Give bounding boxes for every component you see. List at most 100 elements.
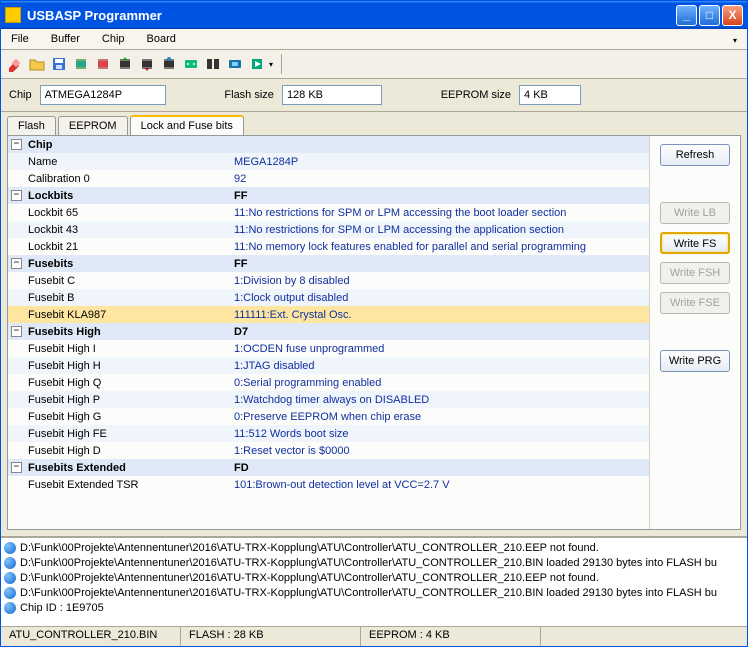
write-fs-button[interactable]: Write FS xyxy=(660,232,730,254)
chip-read-icon[interactable] xyxy=(117,56,133,72)
board-green-icon[interactable] xyxy=(183,56,199,72)
log-text: D:\Funk\00Projekte\Antennentuner\2016\AT… xyxy=(20,557,717,569)
grid-row[interactable]: Lockbit 2111:No memory lock features ena… xyxy=(8,238,649,255)
minimize-button[interactable]: _ xyxy=(676,5,697,26)
eeprom-size-value: 4 KB xyxy=(524,89,548,101)
flash-size-field: 128 KB xyxy=(282,85,382,105)
collapse-icon xyxy=(11,207,22,218)
grid-value-cell: 0:Serial programming enabled xyxy=(230,377,649,389)
tab-lock-fuse[interactable]: Lock and Fuse bits xyxy=(130,115,244,135)
chip-green-icon[interactable] xyxy=(73,56,89,72)
run-icon[interactable] xyxy=(249,56,265,72)
grid-row[interactable]: Fusebit KLA987111111:Ext. Crystal Osc. xyxy=(8,306,649,323)
grid-value-cell: 11:No restrictions for SPM or LPM access… xyxy=(230,207,649,219)
log-text: D:\Funk\00Projekte\Antennentuner\2016\AT… xyxy=(20,542,599,554)
chip-field[interactable]: ATMEGA1284P xyxy=(40,85,166,105)
grid-name-cell: Fusebit High FE xyxy=(25,428,230,440)
grid-value-cell: 1:Reset vector is $0000 xyxy=(230,445,649,457)
log-line: D:\Funk\00Projekte\Antennentuner\2016\AT… xyxy=(4,570,744,585)
board-blue-icon[interactable] xyxy=(227,56,243,72)
refresh-button[interactable]: Refresh xyxy=(660,144,730,166)
fuse-grid[interactable]: −ChipNameMEGA1284PCalibration 092−Lockbi… xyxy=(8,136,650,529)
menubar-overflow-icon[interactable]: ▾ xyxy=(729,34,741,47)
grid-value-cell: 11:No restrictions for SPM or LPM access… xyxy=(230,224,649,236)
grid-row[interactable]: Fusebit High D1:Reset vector is $0000 xyxy=(8,442,649,459)
grid-row[interactable]: Fusebit High Q0:Serial programming enabl… xyxy=(8,374,649,391)
info-icon xyxy=(4,602,16,614)
grid-row[interactable]: Fusebit High FE11:512 Words boot size xyxy=(8,425,649,442)
collapse-icon xyxy=(11,173,22,184)
grid-value-cell: FF xyxy=(230,258,649,270)
grid-name-cell: Fusebit High P xyxy=(25,394,230,406)
grid-row[interactable]: Fusebit High P1:Watchdog timer always on… xyxy=(8,391,649,408)
grid-row[interactable]: Fusebit B1:Clock output disabled xyxy=(8,289,649,306)
grid-row[interactable]: Lockbit 6511:No restrictions for SPM or … xyxy=(8,204,649,221)
grid-value-cell: 1:JTAG disabled xyxy=(230,360,649,372)
info-row: Chip ATMEGA1284P Flash size 128 KB EEPRO… xyxy=(1,79,747,112)
grid-value-cell: D7 xyxy=(230,326,649,338)
menu-board[interactable]: Board xyxy=(143,31,180,47)
tab-eeprom[interactable]: EEPROM xyxy=(58,116,128,135)
write-lb-button[interactable]: Write LB xyxy=(660,202,730,224)
menu-chip[interactable]: Chip xyxy=(98,31,129,47)
eeprom-size-label: EEPROM size xyxy=(441,89,511,101)
toolbar-separator xyxy=(281,54,282,74)
tab-flash[interactable]: Flash xyxy=(7,116,56,135)
grid-row[interactable]: Calibration 092 xyxy=(8,170,649,187)
collapse-icon[interactable]: − xyxy=(11,258,22,269)
collapse-icon xyxy=(11,394,22,405)
chip-red-icon[interactable] xyxy=(95,56,111,72)
grid-group-header[interactable]: −Fusebits HighD7 xyxy=(8,323,649,340)
grid-value-cell: 1:Division by 8 disabled xyxy=(230,275,649,287)
write-prg-button[interactable]: Write PRG xyxy=(660,350,730,372)
log-text: D:\Funk\00Projekte\Antennentuner\2016\AT… xyxy=(20,572,599,584)
grid-group-header[interactable]: −LockbitsFF xyxy=(8,187,649,204)
log-panel[interactable]: D:\Funk\00Projekte\Antennentuner\2016\AT… xyxy=(1,536,747,626)
grid-row[interactable]: NameMEGA1284P xyxy=(8,153,649,170)
eeprom-size-field: 4 KB xyxy=(519,85,581,105)
menu-buffer[interactable]: Buffer xyxy=(47,31,84,47)
chip-verify-icon[interactable] xyxy=(161,56,177,72)
open-icon[interactable] xyxy=(29,56,45,72)
grid-value-cell: 1:Watchdog timer always on DISABLED xyxy=(230,394,649,406)
grid-name-cell: Fusebit High H xyxy=(25,360,230,372)
grid-group-header[interactable]: −FusebitsFF xyxy=(8,255,649,272)
log-text: D:\Funk\00Projekte\Antennentuner\2016\AT… xyxy=(20,587,717,599)
info-icon xyxy=(4,557,16,569)
grid-group-header[interactable]: −Fusebits ExtendedFD xyxy=(8,459,649,476)
collapse-icon xyxy=(11,479,22,490)
grid-group-header[interactable]: −Chip xyxy=(8,136,649,153)
maximize-button[interactable]: □ xyxy=(699,5,720,26)
erase-icon[interactable] xyxy=(7,56,23,72)
grid-row[interactable]: Lockbit 4311:No restrictions for SPM or … xyxy=(8,221,649,238)
grid-name-cell: Fusebit High G xyxy=(25,411,230,423)
grid-row[interactable]: Fusebit Extended TSR101:Brown-out detect… xyxy=(8,476,649,493)
grid-row[interactable]: Fusebit High H1:JTAG disabled xyxy=(8,357,649,374)
grid-name-cell: Name xyxy=(25,156,230,168)
grid-row[interactable]: Fusebit C1:Division by 8 disabled xyxy=(8,272,649,289)
chip-write-icon[interactable] xyxy=(139,56,155,72)
collapse-icon[interactable]: − xyxy=(11,190,22,201)
chip-label: Chip xyxy=(9,89,32,101)
grid-value-cell: 1:OCDEN fuse unprogrammed xyxy=(230,343,649,355)
grid-row[interactable]: Fusebit High G0:Preserve EEPROM when chi… xyxy=(8,408,649,425)
collapse-icon[interactable]: − xyxy=(11,326,22,337)
grid-value-cell: 11:512 Words boot size xyxy=(230,428,649,440)
grid-row[interactable]: Fusebit High I1:OCDEN fuse unprogrammed xyxy=(8,340,649,357)
log-line: D:\Funk\00Projekte\Antennentuner\2016\AT… xyxy=(4,585,744,600)
log-line: D:\Funk\00Projekte\Antennentuner\2016\AT… xyxy=(4,540,744,555)
menu-file[interactable]: File xyxy=(7,31,33,47)
chip-dual-icon[interactable] xyxy=(205,56,221,72)
toolbar-dropdown-icon[interactable]: ▾ xyxy=(269,60,273,69)
collapse-icon[interactable]: − xyxy=(11,139,22,150)
close-button[interactable]: X xyxy=(722,5,743,26)
status-bar: ATU_CONTROLLER_210.BIN FLASH : 28 KB EEP… xyxy=(1,626,747,646)
write-fsh-button[interactable]: Write FSH xyxy=(660,262,730,284)
collapse-icon xyxy=(11,224,22,235)
collapse-icon[interactable]: − xyxy=(11,462,22,473)
grid-name-cell: Chip xyxy=(25,139,230,151)
save-icon[interactable] xyxy=(51,56,67,72)
write-fse-button[interactable]: Write FSE xyxy=(660,292,730,314)
status-eeprom: EEPROM : 4 KB xyxy=(361,627,541,646)
status-flash: FLASH : 28 KB xyxy=(181,627,361,646)
